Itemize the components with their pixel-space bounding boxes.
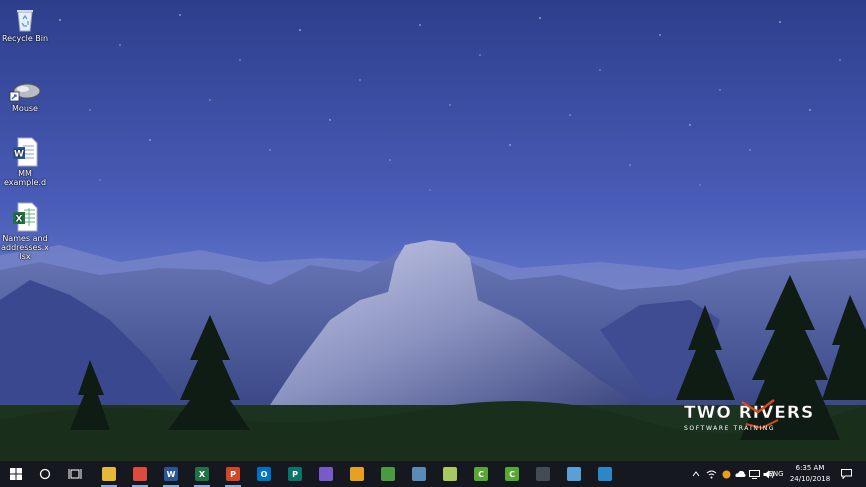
excel-workbook-icon: X <box>13 202 38 232</box>
taskbar-app-excel[interactable]: X <box>191 461 213 487</box>
desktop-icon-names-and-addresses[interactable]: X Names and addresses.xlsx <box>0 202 50 261</box>
mouse-shortcut-icon <box>9 83 41 102</box>
action-center-button[interactable] <box>838 461 854 487</box>
cloud-icon <box>734 470 746 477</box>
windows-start-icon <box>10 468 22 480</box>
taskbar-app-notepad[interactable] <box>408 461 430 487</box>
desktop-icon-mouse[interactable]: Mouse <box>0 80 50 113</box>
paint-icon <box>319 467 333 481</box>
desktop-icon-label: Names and addresses.xlsx <box>1 234 49 261</box>
tray-app-icon <box>722 470 730 478</box>
clock-button[interactable]: 6:35 AM 24/10/2018 <box>786 463 834 485</box>
snipping-tool-icon <box>567 467 581 481</box>
desktop-icon-mm-example[interactable]: W MM example.d <box>0 137 50 187</box>
taskbar-app-publisher[interactable]: P <box>284 461 306 487</box>
taskbar-app-word[interactable]: W <box>160 461 182 487</box>
recycle-bin-icon <box>17 10 33 32</box>
outlook-icon: O <box>257 467 271 481</box>
start-button[interactable] <box>4 461 28 487</box>
powerpoint-icon: P <box>226 467 240 481</box>
svg-text:W: W <box>14 150 24 160</box>
excel-icon: X <box>195 467 209 481</box>
publisher-icon: P <box>288 467 302 481</box>
action-center-icon <box>840 469 852 479</box>
taskbar-app-chrome[interactable] <box>129 461 151 487</box>
camtasia-icon: C <box>474 467 488 481</box>
tray-icon-display[interactable] <box>748 461 760 487</box>
taskbar-app-snipping-tool[interactable] <box>563 461 585 487</box>
chevron-up-icon <box>692 471 700 477</box>
taskbar-app-outlook[interactable]: O <box>253 461 275 487</box>
svg-text:X: X <box>16 215 23 225</box>
task-view-icon <box>68 469 82 479</box>
tray-icon-onedrive[interactable] <box>734 461 746 487</box>
tray-icon-app[interactable] <box>720 461 732 487</box>
word-icon: W <box>164 467 178 481</box>
desktop-icon-label: MM example.d <box>3 169 47 187</box>
taskbar: W X P O P C C ENG 6:35 AM 24/10/2018 <box>0 461 866 487</box>
wifi-icon <box>706 470 716 478</box>
taskbar-app-camtasia-recorder[interactable]: C <box>501 461 523 487</box>
chrome-icon <box>133 467 147 481</box>
show-hidden-icons-button[interactable] <box>690 461 702 487</box>
clock-date: 24/10/2018 <box>789 475 831 483</box>
taskbar-app-paint-3d[interactable] <box>377 461 399 487</box>
game-icon <box>350 467 364 481</box>
task-view-button[interactable] <box>64 461 86 487</box>
defender-icon <box>598 467 612 481</box>
tray-icon-network[interactable] <box>704 461 718 487</box>
clock-time: 6:35 AM <box>795 464 825 472</box>
taskbar-app-calculator[interactable] <box>532 461 554 487</box>
desktop-icon-label: Recycle Bin <box>1 34 49 43</box>
monitor-icon <box>748 469 760 479</box>
word-document-icon: W <box>13 137 38 167</box>
desktop-icon-recycle-bin[interactable]: Recycle Bin <box>0 6 50 43</box>
desktop[interactable]: Recycle Bin Mouse W MM example.d X Names… <box>0 0 866 461</box>
logo-tagline: SOFTWARE TRAINING <box>684 425 775 432</box>
camtasia-recorder-icon: C <box>505 467 519 481</box>
calculator-icon <box>536 467 550 481</box>
taskbar-app-defender[interactable] <box>594 461 616 487</box>
taskbar-app-paint[interactable] <box>315 461 337 487</box>
cortana-search-button[interactable] <box>34 461 56 487</box>
taskbar-app-game[interactable] <box>346 461 368 487</box>
input-language: ENG <box>768 470 784 478</box>
notepad-icon <box>412 467 426 481</box>
wallpaper-yosemite-half-dome <box>0 0 866 461</box>
taskbar-app-powerpoint[interactable]: P <box>222 461 244 487</box>
taskbar-app-file-explorer[interactable] <box>98 461 120 487</box>
file-explorer-icon <box>102 467 116 481</box>
paint-3d-icon <box>381 467 395 481</box>
taskbar-app-sticky-notes[interactable] <box>439 461 461 487</box>
sticky-notes-icon <box>443 467 457 481</box>
input-language-button[interactable]: ENG <box>766 461 786 487</box>
two-rivers-logo: TWO RIVERS SOFTWARE TRAINING <box>684 399 813 432</box>
desktop-icon-label: Mouse <box>12 104 38 113</box>
cortana-search-icon <box>39 468 51 480</box>
taskbar-app-camtasia[interactable]: C <box>470 461 492 487</box>
